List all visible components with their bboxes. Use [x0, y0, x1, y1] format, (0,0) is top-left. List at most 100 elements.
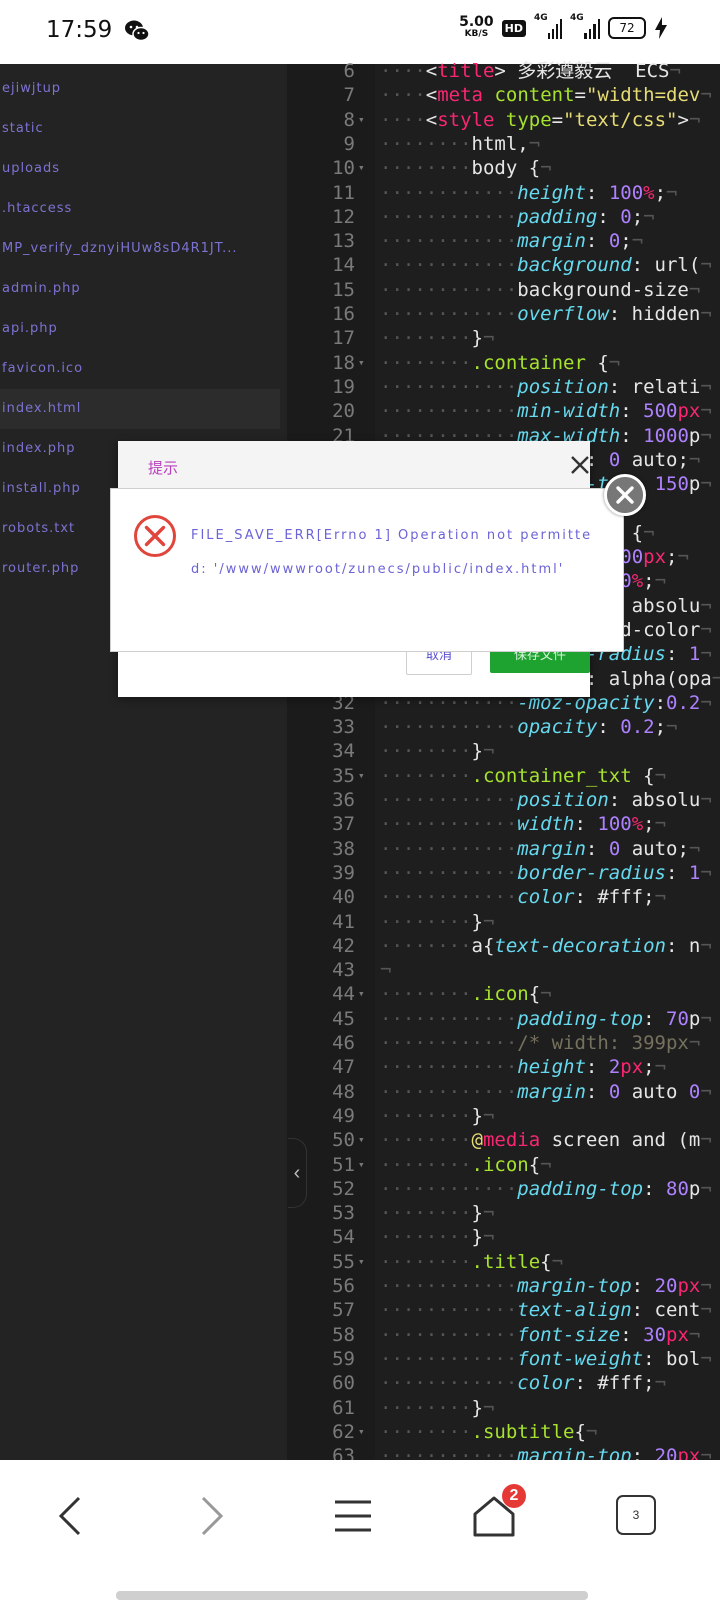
collapse-sidebar-button[interactable]: ‹: [288, 1138, 307, 1208]
code-line: ········.title{¬: [380, 1250, 564, 1273]
fold-arrow-icon[interactable]: ▾: [358, 156, 365, 180]
line-number: 62: [332, 1420, 355, 1443]
fold-arrow-icon[interactable]: ▾: [358, 982, 365, 1006]
fold-arrow-icon[interactable]: ▾: [358, 764, 365, 788]
line-number: 17: [332, 327, 355, 350]
file-item[interactable]: admin.php: [0, 269, 280, 309]
file-item[interactable]: index.html: [0, 389, 280, 429]
chevron-right-icon: [201, 1496, 224, 1536]
code-line: ············padding-top: 70p¬: [380, 1007, 712, 1030]
chevron-left-icon: [58, 1496, 81, 1536]
code-line: ············opacity: 0.2;¬: [380, 716, 678, 739]
menu-button[interactable]: [323, 1488, 383, 1544]
line-number: 12: [332, 205, 355, 228]
file-sidebar: ejiwjtup static uploads .htaccess MP_verify_…: [0, 64, 287, 1460]
hd-badge: HD: [501, 19, 526, 37]
fold-arrow-icon[interactable]: ▾: [358, 108, 365, 132]
line-number: 59: [332, 1347, 355, 1370]
line-number: 60: [332, 1372, 355, 1395]
code-line: ············text-align: cent¬: [380, 1299, 712, 1322]
line-number: 14: [332, 254, 355, 277]
charging-icon: [655, 17, 667, 39]
code-line: ············background: url(¬: [380, 254, 712, 277]
code-line: ····<meta content="width=dev¬: [380, 84, 712, 107]
tab-count-icon[interactable]: 3: [616, 1495, 656, 1535]
code-line: ············color: #fff;¬: [380, 1372, 667, 1395]
line-number: 15: [332, 278, 355, 301]
code-line: ············font-weight: bol¬: [380, 1347, 712, 1370]
fold-arrow-icon[interactable]: ▾: [358, 351, 365, 375]
back-button[interactable]: [40, 1488, 100, 1544]
code-line: ····<style type="text/css">¬: [380, 108, 701, 131]
code-line: ········}¬: [380, 740, 495, 763]
code-line: ············position: absolu¬: [380, 789, 712, 811]
file-item[interactable]: .htaccess: [0, 189, 280, 229]
line-number: 18: [332, 351, 355, 374]
code-line: ············background-size¬: [380, 278, 701, 301]
code-line: ········}¬: [380, 1202, 495, 1225]
error-icon: [134, 515, 176, 557]
status-indicators: 5.00 KB/S HD 4G 4G 72: [459, 13, 668, 40]
code-line: ········body {¬: [380, 157, 552, 180]
code-line: ············border-radius: 1¬: [380, 861, 712, 884]
line-number: 33: [332, 716, 355, 739]
dialog-header: 提示: [118, 441, 590, 490]
forward-button[interactable]: [182, 1488, 242, 1544]
home-notification-badge: 2: [502, 1484, 526, 1508]
code-line: ········}¬: [380, 1396, 495, 1419]
file-item[interactable]: uploads: [0, 149, 280, 189]
code-line: ····<title> 多彩遵毅云 ECS¬: [380, 60, 681, 82]
fold-arrow-icon[interactable]: ▾: [358, 1128, 365, 1152]
line-number: 44: [332, 983, 355, 1006]
line-number: 13: [332, 230, 355, 253]
close-error-button[interactable]: [604, 474, 646, 516]
wechat-icon: [125, 20, 150, 42]
line-number: 43: [332, 959, 355, 982]
file-item[interactable]: ejiwjtup: [0, 69, 280, 109]
line-number: 39: [332, 861, 355, 884]
browser-bottom-nav: [0, 1460, 720, 1600]
line-number: 9: [343, 132, 355, 155]
code-line: ········a{text-decoration: n¬: [380, 934, 712, 957]
file-item[interactable]: MP_verify_dznyiHUw8sD4R1JT...: [0, 229, 280, 269]
file-item[interactable]: favicon.ico: [0, 349, 280, 389]
file-item[interactable]: static: [0, 109, 280, 149]
line-number: 49: [332, 1104, 355, 1127]
line-number: 34: [332, 740, 355, 763]
home-indicator: [116, 1591, 588, 1600]
line-number: 37: [332, 813, 355, 836]
code-line: ········}¬: [380, 327, 495, 350]
fold-arrow-icon[interactable]: ▾: [358, 1153, 365, 1177]
line-number: 35: [332, 764, 355, 787]
code-line: ············padding: 0;¬: [380, 205, 655, 228]
code-line: ········.container_txt {¬: [380, 764, 667, 787]
code-line: ········}¬: [380, 1104, 495, 1127]
line-number: 6: [343, 60, 355, 82]
error-popup: FILE_SAVE_ERR[Errno 1] Operation not per…: [110, 488, 624, 652]
line-number: 42: [332, 934, 355, 957]
code-line: ········@media screen and (m¬: [380, 1129, 712, 1152]
code-line: ············height: 2px;¬: [380, 1056, 667, 1079]
error-message: FILE_SAVE_ERR[Errno 1] Operation not per…: [191, 528, 593, 577]
code-line: ········.icon{¬: [380, 1153, 552, 1176]
code-line: ············font-size: 30px¬: [380, 1323, 701, 1346]
code-line: ············position: relati¬: [380, 375, 712, 398]
line-number: 40: [332, 886, 355, 909]
code-line: ········}¬: [380, 910, 495, 933]
fold-arrow-icon[interactable]: ▾: [358, 1420, 365, 1444]
fold-arrow-icon[interactable]: ▾: [358, 1250, 365, 1274]
code-line: ············margin: 0 auto 0¬: [380, 1080, 712, 1103]
line-number: 7: [343, 84, 355, 107]
line-number: 41: [332, 910, 355, 933]
line-number: 55: [332, 1250, 355, 1273]
code-line: ············margin: 0 auto;¬: [380, 837, 701, 860]
code-line: ········.subtitle{¬: [380, 1420, 598, 1443]
line-number: 8: [343, 108, 355, 131]
code-line: ············width: 100%;¬: [380, 813, 667, 836]
signal-icon: 4G: [534, 13, 562, 39]
file-item[interactable]: api.php: [0, 309, 280, 349]
close-icon[interactable]: [568, 453, 592, 477]
line-number: 36: [332, 789, 355, 811]
line-number: 19: [332, 375, 355, 398]
dialog-title: 提示: [148, 460, 179, 477]
